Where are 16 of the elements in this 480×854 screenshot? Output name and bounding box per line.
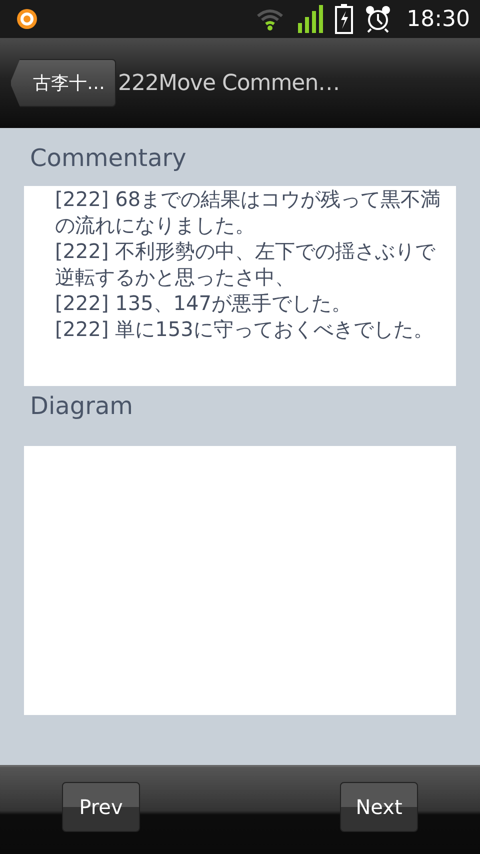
screen-title: 222Move Commen… <box>118 70 340 96</box>
section-heading: Diagram <box>30 391 134 422</box>
back-button[interactable]: 古李十… <box>10 59 116 107</box>
commentary-text: [222] 単に153に守っておくべきでした。 <box>55 316 434 342</box>
battery-icon <box>334 4 353 34</box>
app-notification-icon <box>16 8 38 30</box>
commentary-text: [222] 不利形勢の中、左下での揺さぶりで逆転するかと思ったさ中、 <box>55 238 436 290</box>
commentary-text: [222] 68までの結果はコウが残って黒不満の流れになりました。 <box>55 186 442 238</box>
alarm-clock-icon <box>364 5 391 33</box>
wifi-icon <box>254 7 285 31</box>
signal-icon <box>296 5 323 33</box>
section-heading: Commentary <box>30 143 188 174</box>
next-button[interactable]: Next <box>340 782 418 832</box>
commentary-text: [222] 135、147が悪手でした。 <box>55 290 352 316</box>
prev-button[interactable]: Prev <box>62 782 140 832</box>
status-time: 18:30 <box>406 6 470 32</box>
